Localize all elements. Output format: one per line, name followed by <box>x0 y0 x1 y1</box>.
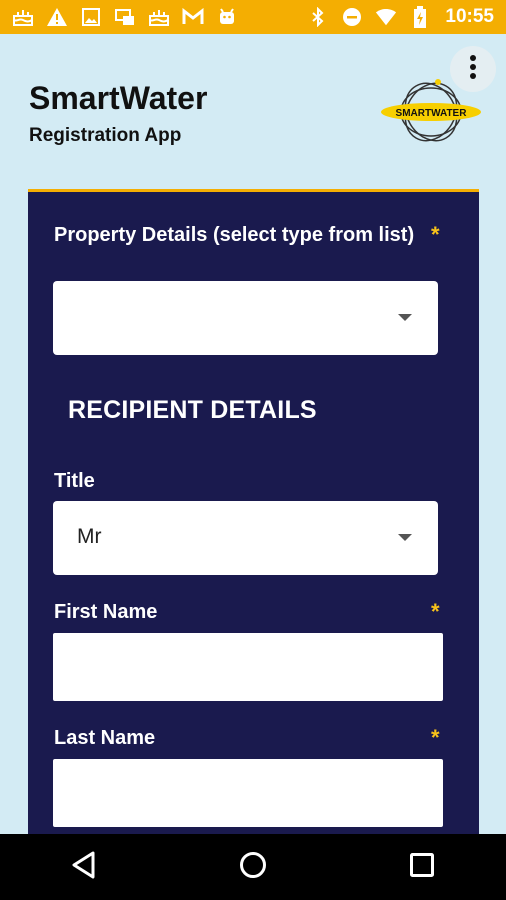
app-title: SmartWater <box>29 80 208 116</box>
property-details-label: Property Details (select type from list) <box>54 224 415 246</box>
more-vertical-icon <box>469 54 477 85</box>
system-navigation-bar <box>0 834 506 900</box>
first-name-field[interactable] <box>53 633 443 701</box>
app-subtitle: Registration App <box>29 125 182 146</box>
system-icons: 10:55 <box>307 6 494 28</box>
status-bar: 10:55 <box>0 0 506 34</box>
wifi-icon <box>375 6 397 28</box>
title-value: Mr <box>77 525 102 548</box>
home-button[interactable] <box>223 837 283 897</box>
recipient-details-heading: RECIPIENT DETAILS <box>68 396 317 424</box>
cake-icon <box>12 6 34 28</box>
title-label: Title <box>54 470 95 492</box>
dropdown-arrow-icon <box>398 534 412 541</box>
app-header: SmartWater Registration App SMARTWATER <box>0 34 506 184</box>
property-type-select[interactable] <box>53 281 438 355</box>
dropdown-arrow-icon <box>398 314 412 321</box>
required-marker: * <box>431 725 440 750</box>
image-icon <box>80 6 102 28</box>
back-icon <box>71 851 97 884</box>
first-name-label: First Name <box>54 601 158 623</box>
battery-charging-icon <box>409 6 431 28</box>
network-icon <box>114 6 136 28</box>
gmail-icon <box>182 6 204 28</box>
registration-form: Property Details (select type from list)… <box>28 189 479 834</box>
title-select[interactable]: Mr <box>53 501 438 575</box>
recents-icon <box>409 852 435 883</box>
logo-text: SMARTWATER <box>396 108 468 119</box>
warning-icon <box>46 6 68 28</box>
back-button[interactable] <box>54 837 114 897</box>
required-marker: * <box>431 222 440 247</box>
bluetooth-icon <box>307 6 329 28</box>
home-icon <box>239 851 267 884</box>
last-name-label: Last Name <box>54 727 156 749</box>
notification-icons <box>12 6 238 28</box>
android-icon <box>216 6 238 28</box>
cake-icon <box>148 6 170 28</box>
overflow-menu-button[interactable] <box>450 46 496 92</box>
required-marker: * <box>431 599 440 624</box>
last-name-field[interactable] <box>53 759 443 827</box>
clock: 10:55 <box>445 6 494 27</box>
do-not-disturb-icon <box>341 6 363 28</box>
recents-button[interactable] <box>392 837 452 897</box>
